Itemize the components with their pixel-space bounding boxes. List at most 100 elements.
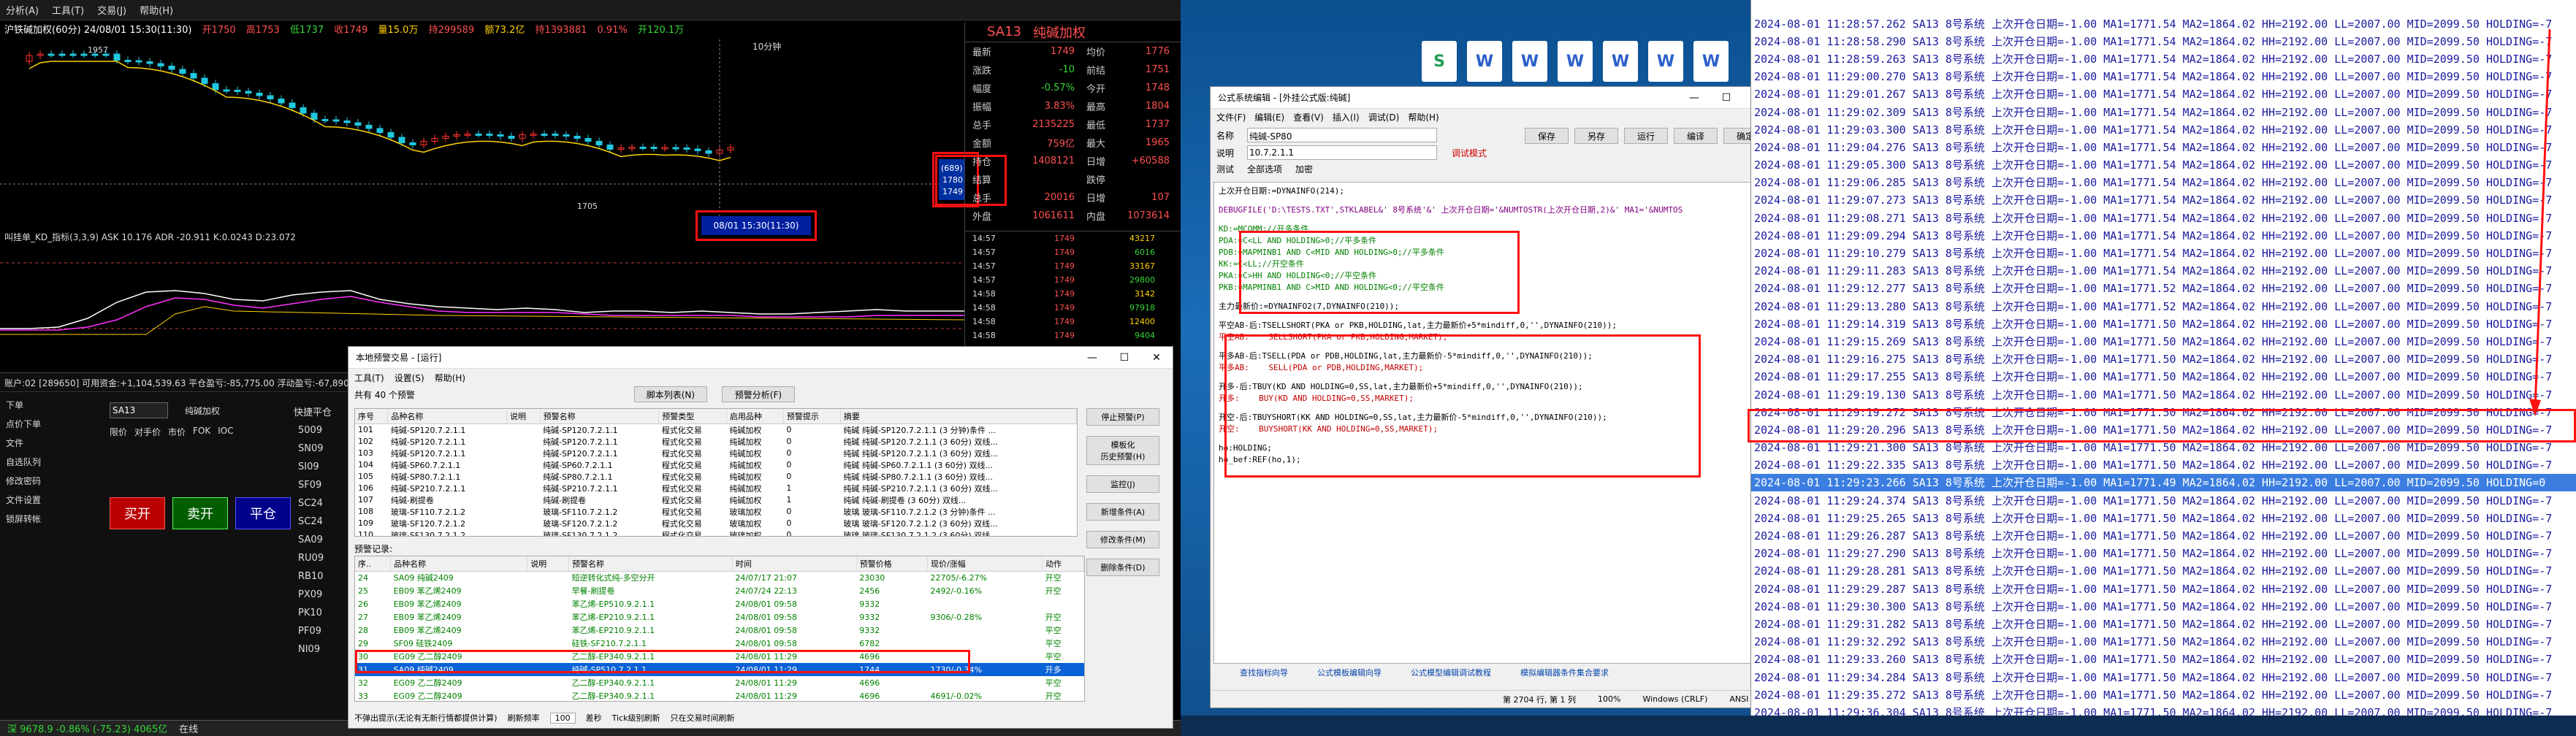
log-line[interactable]: 2024-08-01 11:29:30.300 SA13 8号系统 上次开仓日期… xyxy=(1751,597,2576,615)
footer-trading-only[interactable]: 只在交易时间刷新 xyxy=(670,712,734,724)
table-row[interactable]: 33 EG09 乙二醇2409 乙二醇-EP340.9.2.1.1 24/08/01 … xyxy=(355,689,1084,702)
order-menu-3[interactable]: 自选队列 xyxy=(0,452,51,471)
table-row[interactable]: 109 玻璃-SF120.7.2.1.2 玻璃-SF120.7.2.1.2 程式化交易… xyxy=(355,518,1077,529)
opt-market[interactable]: 市价 xyxy=(168,426,186,442)
side-button[interactable]: 模板化 历史预警(H) xyxy=(1086,436,1159,465)
formula-desc-input[interactable]: 10.7.2.1.1 xyxy=(1247,145,1437,160)
log-line[interactable]: 2024-08-01 11:29:11.283 SA13 8号系统 上次开仓日期… xyxy=(1751,262,2576,280)
refresh-rate-input[interactable]: 100 xyxy=(549,712,576,724)
table-row[interactable]: 103 纯碱-SP120.7.2.1.1 纯碱-SP120.7.2.1.1 程式化交易… xyxy=(355,448,1077,459)
log-line[interactable]: 2024-08-01 11:29:33.260 SA13 8号系统 上次开仓日期… xyxy=(1751,651,2576,668)
alert-col-header[interactable]: 预警类型 xyxy=(658,409,727,424)
quick-list-item[interactable]: 5009 xyxy=(292,422,352,440)
close-position-button[interactable]: 平仓 xyxy=(235,497,291,529)
log-line[interactable]: 2024-08-01 11:29:13.280 SA13 8号系统 上次开仓日期… xyxy=(1751,297,2576,315)
editor-menu-item[interactable]: 编辑(E) xyxy=(1254,111,1284,123)
alert-menu-tools[interactable]: 工具(T) xyxy=(354,372,384,383)
log-line[interactable]: 2024-08-01 11:28:58.290 SA13 8号系统 上次开仓日期… xyxy=(1751,32,2576,50)
code-editor[interactable]: 上次开仓日期:=DYNAINFO(214); DEBUGFILE('D:\TEST… xyxy=(1213,182,1764,664)
record-col-header[interactable]: 动作 xyxy=(1042,556,1084,572)
table-row[interactable]: 102 纯碱-SP120.7.2.1.1 纯碱-SP120.7.2.1.1 程式化交易… xyxy=(355,436,1077,448)
record-col-header[interactable]: 现价/涨幅 xyxy=(927,556,1043,572)
alert-col-header[interactable]: 启用品种 xyxy=(726,409,784,424)
editor-button[interactable]: 保存 xyxy=(1525,128,1569,144)
table-row[interactable]: 32 EG09 乙二醇2409 乙二醇-EP340.9.2.1.1 24/08/01 … xyxy=(355,676,1084,689)
order-menu-5[interactable]: 文件设置 xyxy=(0,490,51,509)
log-line[interactable]: 2024-08-01 11:29:03.300 SA13 8号系统 上次开仓日期… xyxy=(1751,120,2576,138)
log-line[interactable]: 2024-08-01 11:29:19.272 SA13 8号系统 上次开仓日期… xyxy=(1751,403,2576,421)
alert-analysis-button[interactable]: 预警分析(F) xyxy=(721,386,795,402)
close-icon[interactable]: ✕ xyxy=(1140,352,1173,364)
order-menu-0[interactable]: 下单 xyxy=(0,395,51,414)
table-row[interactable]: 30 EG09 乙二醇2409 乙二醇-EP340.9.2.1.1 24/08/01 … xyxy=(355,650,1084,663)
alert-col-header[interactable]: 摘要 xyxy=(840,409,1077,424)
sell-open-button[interactable]: 卖开 xyxy=(172,497,228,529)
table-row[interactable]: 106 纯碱-SP210.7.2.1.1 纯碱-SP210.7.2.1.1 程式化交易… xyxy=(355,483,1077,494)
menu-help[interactable]: 帮助(H) xyxy=(140,3,173,17)
opt-fok[interactable]: FOK xyxy=(193,426,210,442)
script-list-button[interactable]: 脚本列表(N) xyxy=(633,386,707,402)
log-line[interactable]: 2024-08-01 11:29:15.269 SA13 8号系统 上次开仓日期… xyxy=(1751,332,2576,350)
opt-test[interactable]: 测试 xyxy=(1216,163,1234,177)
log-line[interactable]: 2024-08-01 11:29:12.277 SA13 8号系统 上次开仓日期… xyxy=(1751,280,2576,297)
log-line[interactable]: 2024-08-01 11:29:19.130 SA13 8号系统 上次开仓日期… xyxy=(1751,386,2576,403)
opt-limit[interactable]: 限价 xyxy=(110,426,127,442)
table-row[interactable]: 107 纯碱-刷提卷 纯碱-刷提卷 程式化交易 纯碱加权 1 纯碱 纯碱-刷提卷 (3 60… xyxy=(355,494,1077,506)
table-row[interactable]: 29 SF09 硅铁2409 硅铁-SF210.7.2.1.1 24/08/01 09… xyxy=(355,637,1084,650)
editor-button[interactable]: 编译 xyxy=(1674,128,1718,144)
side-button[interactable]: 新增条件(A) xyxy=(1086,503,1159,521)
order-menu-2[interactable]: 文件 xyxy=(0,433,51,452)
log-line[interactable]: 2024-08-01 11:29:02.309 SA13 8号系统 上次开仓日期… xyxy=(1751,103,2576,120)
log-line[interactable]: 2024-08-01 11:29:01.267 SA13 8号系统 上次开仓日期… xyxy=(1751,85,2576,103)
menu-trade[interactable]: 交易(J) xyxy=(97,3,126,17)
log-line[interactable]: 2024-08-01 11:29:24.374 SA13 8号系统 上次开仓日期… xyxy=(1751,491,2576,509)
editor-menu-item[interactable]: 文件(F) xyxy=(1216,111,1246,123)
order-menu-6[interactable]: 锁屏转帐 xyxy=(0,509,51,528)
log-line[interactable]: 2024-08-01 11:29:20.296 SA13 8号系统 上次开仓日期… xyxy=(1751,421,2576,438)
editor-link[interactable]: 模拟编辑器条件集合要求 xyxy=(1520,667,1609,681)
document-icon[interactable]: W xyxy=(1467,41,1502,82)
document-icon[interactable]: W xyxy=(1603,41,1638,82)
table-row[interactable]: 108 玻璃-SF110.7.2.1.2 玻璃-SF110.7.2.1.2 程式化交易… xyxy=(355,506,1077,518)
log-line[interactable]: 2024-08-01 11:29:09.294 SA13 8号系统 上次开仓日期… xyxy=(1751,226,2576,244)
table-row[interactable]: 101 纯碱-SP120.7.2.1.1 纯碱-SP120.7.2.1.1 程式化交易… xyxy=(355,423,1077,436)
table-row[interactable]: 25 EB09 苯乙烯2409 早餐-刷提卷 24/07/24 22:13 2456 24… xyxy=(355,584,1084,597)
quick-list-item[interactable]: SF09 xyxy=(292,477,352,495)
editor-link[interactable]: 查找指标向导 xyxy=(1240,667,1288,681)
log-line[interactable]: 2024-08-01 11:28:59.263 SA13 8号系统 上次开仓日期… xyxy=(1751,50,2576,67)
record-col-header[interactable]: 序.. xyxy=(355,556,392,572)
log-line[interactable]: 2024-08-01 11:29:28.281 SA13 8号系统 上次开仓日期… xyxy=(1751,562,2576,580)
table-row[interactable]: 31 SA09 纯碱2409 纯碱-SP510.7.2.1.1 24/08/01 11… xyxy=(355,663,1084,676)
log-line[interactable]: 2024-08-01 11:29:04.276 SA13 8号系统 上次开仓日期… xyxy=(1751,138,2576,156)
editor-menu-item[interactable]: 调试(D) xyxy=(1368,111,1400,123)
record-col-header[interactable]: 说明 xyxy=(527,556,570,572)
minimize-icon[interactable]: — xyxy=(1678,92,1710,104)
quick-list-item[interactable]: RU09 xyxy=(292,550,352,568)
record-col-header[interactable]: 预警名称 xyxy=(568,556,733,572)
maximize-icon[interactable]: ☐ xyxy=(1710,92,1742,104)
opt-encrypt[interactable]: 加密 xyxy=(1295,163,1313,177)
quick-list-item[interactable]: NI09 xyxy=(292,641,352,659)
editor-menu-item[interactable]: 插入(I) xyxy=(1333,111,1360,123)
menu-analysis[interactable]: 分析(A) xyxy=(6,3,39,17)
table-row[interactable]: 110 玻璃-SF130.7.2.1.2 玻璃-SF130.7.2.1.2 程式化交易… xyxy=(355,529,1077,536)
record-col-header[interactable]: 品种名称 xyxy=(390,556,528,572)
table-row[interactable]: 104 纯碱-SP60.7.2.1.1 纯碱-SP60.7.2.1.1 程式化交易 纯碱… xyxy=(355,459,1077,471)
table-row[interactable]: 105 纯碱-SP80.7.2.1.1 纯碱-SP80.7.2.1.1 程式化交易 纯碱… xyxy=(355,471,1077,483)
alert-menu-help[interactable]: 帮助(H) xyxy=(435,372,465,383)
document-icon[interactable]: W xyxy=(1648,41,1683,82)
alert-col-header[interactable]: 序号 xyxy=(355,409,389,424)
order-code-input[interactable]: SA13 xyxy=(110,402,168,418)
order-menu-4[interactable]: 修改密码 xyxy=(0,471,51,490)
log-line[interactable]: 2024-08-01 11:29:31.282 SA13 8号系统 上次开仓日期… xyxy=(1751,615,2576,632)
opt-opponent[interactable]: 对手价 xyxy=(134,426,161,442)
alert-menu-settings[interactable]: 设置(S) xyxy=(395,372,424,383)
alert-col-header[interactable]: 品种名称 xyxy=(387,409,507,424)
document-icon[interactable]: W xyxy=(1512,41,1547,82)
minimize-icon[interactable]: — xyxy=(1076,352,1108,364)
editor-link[interactable]: 公式模板编辑向导 xyxy=(1317,667,1382,681)
document-icon[interactable]: S xyxy=(1422,41,1457,82)
log-line[interactable]: 2024-08-01 11:29:26.287 SA13 8号系统 上次开仓日期… xyxy=(1751,526,2576,544)
order-menu-1[interactable]: 点价下单 xyxy=(0,414,51,433)
log-line[interactable]: 2024-08-01 11:29:14.319 SA13 8号系统 上次开仓日期… xyxy=(1751,315,2576,332)
